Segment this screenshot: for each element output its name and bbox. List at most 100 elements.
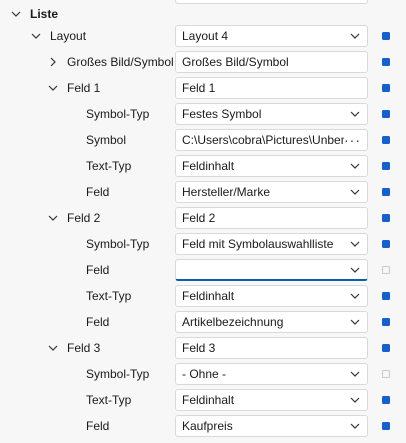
chevron-down-icon[interactable] [349, 108, 361, 120]
symbol-path-input[interactable]: C:\Users\cobra\Pictures\Unben... ··· [175, 129, 368, 151]
chevron-down-icon[interactable] [47, 212, 59, 224]
chevron-down-icon[interactable] [47, 82, 59, 94]
select-value: Feld mit Symbolauswahlliste [182, 237, 334, 251]
status-indicator[interactable] [382, 188, 390, 196]
chevron-down-icon[interactable] [349, 238, 361, 250]
chevron-down-icon[interactable] [30, 30, 42, 42]
feld-3-name-input[interactable]: Feld 3 [175, 337, 368, 359]
select-value: Feldinhalt [182, 289, 235, 303]
select-value: Festes Symbol [182, 107, 262, 121]
status-indicator[interactable] [382, 396, 390, 404]
tree-node-feld-2[interactable]: Feld 2 [47, 206, 100, 230]
status-indicator[interactable] [382, 344, 390, 352]
status-indicator[interactable] [382, 58, 390, 66]
status-indicator[interactable] [382, 318, 390, 326]
status-indicator[interactable] [382, 422, 390, 430]
tree-row-feld: Feld [0, 258, 406, 282]
tree-node-feld: Feld [86, 180, 109, 204]
tree-row-symbol-typ: Symbol-Typ Feld mit Symbolauswahlliste [0, 232, 406, 256]
tree-row-symbol: Symbol C:\Users\cobra\Pictures\Unben... … [0, 128, 406, 152]
tree-node-feld-3[interactable]: Feld 3 [47, 336, 100, 360]
select-value: Hersteller/Marke [182, 185, 271, 199]
status-indicator[interactable] [382, 292, 390, 300]
feld-1-name-input[interactable]: Feld 1 [175, 77, 368, 99]
tree-label: Symbol-Typ [86, 107, 150, 121]
tree-row-symbol-typ: Symbol-Typ - Ohne - [0, 362, 406, 386]
chevron-down-icon[interactable] [349, 264, 361, 276]
chevron-down-icon[interactable] [349, 394, 361, 406]
tree-node-symbol-typ: Symbol-Typ [86, 232, 149, 256]
status-indicator[interactable] [382, 136, 390, 144]
status-indicator[interactable] [382, 32, 390, 40]
status-indicator[interactable] [382, 84, 390, 92]
tree-node-feld: Feld [86, 414, 109, 438]
tree-row-text-typ: Text-Typ Feldinhalt [0, 388, 406, 412]
tree-node-layout[interactable]: Layout [30, 24, 86, 48]
tree-row-feld-2: Feld 2 Feld 2 [0, 206, 406, 230]
tree-label: Layout [50, 29, 87, 43]
tree-row-symbol-typ: Symbol-Typ Festes Symbol [0, 102, 406, 126]
tree-node-grosses-bild-symbol[interactable]: Großes Bild/Symbol [47, 50, 174, 74]
chevron-down-icon[interactable] [349, 316, 361, 328]
status-indicator[interactable] [382, 240, 390, 248]
tree-label: Feld [86, 419, 110, 433]
symbol-typ-select[interactable]: Festes Symbol [175, 103, 368, 125]
feld-select[interactable]: Kaufpreis [175, 415, 368, 437]
status-indicator[interactable] [382, 214, 390, 222]
field-value: C:\Users\cobra\Pictures\Unben... [182, 133, 344, 147]
chevron-down-icon[interactable] [349, 186, 361, 198]
status-indicator[interactable] [382, 162, 390, 170]
field-value: Feld 3 [182, 341, 216, 355]
select-value: Feldinhalt [182, 393, 235, 407]
layout-select[interactable]: Layout 4 [175, 25, 368, 47]
tree-node-liste[interactable]: Liste [10, 2, 58, 26]
tree-row-feld-3: Feld 3 Feld 3 [0, 336, 406, 360]
chevron-down-icon[interactable] [349, 368, 361, 380]
tree-label: Text-Typ [86, 159, 132, 173]
text-typ-select[interactable]: Feldinhalt [175, 285, 368, 307]
symbol-typ-select[interactable]: Feld mit Symbolauswahlliste [175, 233, 368, 255]
text-typ-select[interactable]: Feldinhalt [175, 389, 368, 411]
select-value: Artikelbezeichnung [182, 315, 284, 329]
chevron-down-icon[interactable] [349, 30, 361, 42]
chevron-down-icon[interactable] [349, 290, 361, 302]
browse-ellipsis-icon[interactable]: ··· [344, 133, 361, 147]
tree-label: Symbol-Typ [86, 367, 150, 381]
symbol-typ-select[interactable]: - Ohne - [175, 363, 368, 385]
tree-row-liste: Liste [0, 2, 406, 26]
tree-node-feld-1[interactable]: Feld 1 [47, 76, 100, 100]
chevron-down-icon[interactable] [10, 8, 22, 20]
chevron-down-icon[interactable] [349, 420, 361, 432]
tree-row-text-typ: Text-Typ Feldinhalt [0, 154, 406, 178]
tree-node-text-typ: Text-Typ [86, 154, 131, 178]
status-indicator[interactable] [382, 110, 390, 118]
chevron-down-icon[interactable] [349, 160, 361, 172]
tree-label: Feld [86, 185, 110, 199]
tree-row-layout: Layout Layout 4 [0, 24, 406, 48]
tree-node-text-typ: Text-Typ [86, 388, 131, 412]
select-value: Feldinhalt [182, 159, 235, 173]
tree-row-feld: Feld Kaufpreis [0, 414, 406, 438]
status-indicator[interactable] [382, 370, 390, 378]
select-value: - Ohne - [182, 367, 227, 381]
tree-label: Feld [86, 315, 110, 329]
text-typ-select[interactable]: Feldinhalt [175, 155, 368, 177]
feld-2-name-input[interactable]: Feld 2 [175, 207, 368, 229]
tree-label: Feld [86, 263, 110, 277]
feld-select[interactable]: Artikelbezeichnung [175, 311, 368, 333]
tree-label: Feld 2 [67, 211, 101, 225]
feld-select[interactable] [175, 259, 368, 281]
select-value: Layout 4 [182, 29, 229, 43]
status-indicator[interactable] [382, 266, 390, 274]
grosses-bild-symbol-field[interactable]: Großes Bild/Symbol [175, 51, 368, 73]
field-value: Feld 2 [182, 211, 216, 225]
chevron-down-icon[interactable] [47, 342, 59, 354]
tree-node-symbol-typ: Symbol-Typ [86, 362, 149, 386]
tree-label: Feld 1 [67, 81, 101, 95]
chevron-right-icon[interactable] [47, 56, 59, 68]
field-value: Großes Bild/Symbol [182, 55, 289, 69]
feld-select[interactable]: Hersteller/Marke [175, 181, 368, 203]
tree-label: Großes Bild/Symbol [67, 55, 174, 69]
tree-node-feld: Feld [86, 258, 109, 282]
tree-label: Text-Typ [86, 393, 132, 407]
